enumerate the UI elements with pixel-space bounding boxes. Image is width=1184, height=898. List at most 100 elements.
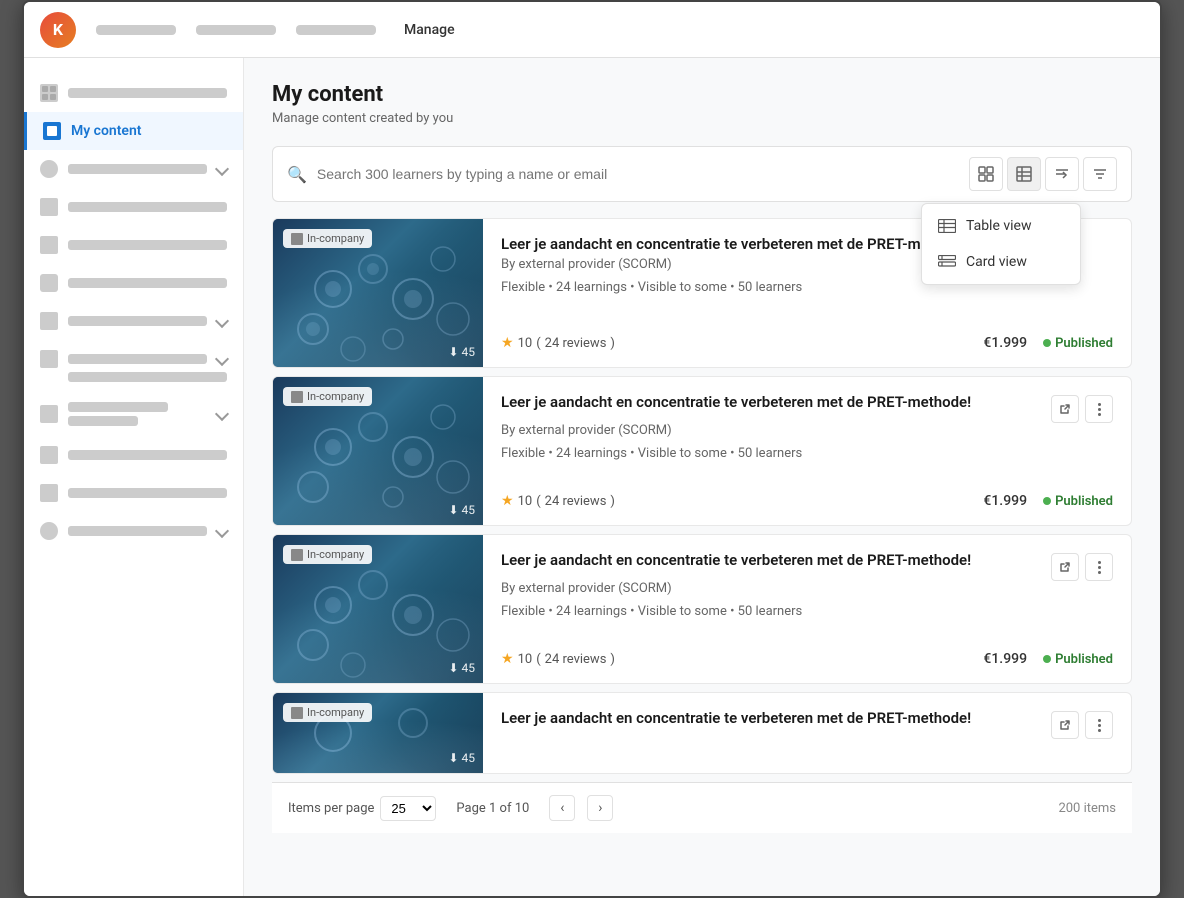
card-3-price: €1.999 [983,651,1027,667]
sidebar-analytics-label [68,316,207,326]
three-dots-icon-4 [1098,719,1101,732]
sidebar-item-automation[interactable] [24,436,243,474]
status-dot-3 [1043,655,1051,663]
card-1-price: €1.999 [983,335,1027,351]
pagination: Items per page 25 50 100 Page 1 of 10 ‹ … [272,782,1132,833]
sidebar-item-users[interactable] [24,150,243,188]
card-2-enrollment: ⬇ 45 [448,503,475,517]
more-options-btn-2[interactable] [1085,395,1113,423]
badge-icon-1 [291,233,303,245]
sidebar-item-favorites[interactable] [24,392,243,436]
card-view-option[interactable]: Card view [922,244,1080,280]
card-image-3: In-company ⬇ 45 [273,535,483,683]
per-page-select[interactable]: 25 50 100 [380,796,436,821]
sidebar-favorites-arrow [215,407,229,421]
card-2-footer: ★ 10 (24 reviews) €1.999 Published [501,493,1113,509]
content-card-3: In-company ⬇ 45 Leer je aandacht en conc… [272,534,1132,684]
sidebar-item-portal[interactable] [24,474,243,512]
card-1-rating: ★ 10 (24 reviews) [501,335,615,351]
star-icon-1: ★ [501,335,514,351]
prev-page-btn[interactable]: ‹ [549,795,575,821]
card-4-enrollment: ⬇ 45 [448,751,475,765]
card-2-rating: ★ 10 (24 reviews) [501,493,615,509]
sidebar-users-arrow [215,162,229,176]
page-subtitle: Manage content created by you [272,111,1132,126]
table-view-icon [938,219,956,233]
view-controls [969,157,1117,191]
card-3-header: Leer je aandacht en concentratie te verb… [501,551,1113,581]
sidebar-analytics-arrow [215,314,229,328]
sidebar-favorites-label2 [68,416,138,426]
card-3-status: Published [1043,652,1113,667]
sidebar-item-settings[interactable] [24,512,243,550]
sidebar-item-admin[interactable] [24,340,243,392]
sidebar-item-analytics[interactable] [24,302,243,340]
card-2-header: Leer je aandacht en concentratie te verb… [501,393,1113,423]
sidebar-settings-label [68,526,207,536]
table-view-option[interactable]: Table view [922,208,1080,244]
card-2-title: Leer je aandacht en concentratie te verb… [501,393,1051,411]
card-view-icon [938,255,956,269]
nav-placeholder-3 [296,25,376,35]
more-options-btn-4[interactable] [1085,711,1113,739]
search-bar: 🔍 [272,146,1132,202]
card-3-provider: By external provider (SCORM) [501,581,1113,596]
status-dot-2 [1043,497,1051,505]
sidebar-comments-label [68,278,227,288]
grid-view-btn[interactable] [969,157,1003,191]
card-3-badge: In-company [283,545,372,564]
app-logo[interactable]: K [40,12,76,48]
items-per-page: Items per page 25 50 100 [288,796,436,821]
content-card-4: In-company ⬇ 45 Leer je aandacht en conc… [272,692,1132,774]
card-3-title: Leer je aandacht en concentratie te verb… [501,551,1051,569]
status-dot-1 [1043,339,1051,347]
sidebar: My content [24,58,244,896]
three-dots-icon-2 [1098,403,1101,416]
sidebar-courses-label [68,202,227,212]
sidebar-item-messages[interactable] [24,226,243,264]
card-view-label: Card view [966,254,1027,270]
star-icon-3: ★ [501,651,514,667]
card-image-4: In-company ⬇ 45 [273,693,483,773]
search-input[interactable] [317,166,959,182]
sidebar-item-dashboard[interactable] [24,74,243,112]
next-page-btn[interactable]: › [587,795,613,821]
total-items: 200 items [1058,801,1116,816]
card-3-meta: Flexible • 24 learnings • Visible to som… [501,604,1113,619]
filter-btn[interactable] [1083,157,1117,191]
content-area: My content Manage content created by you… [244,58,1160,896]
nav-placeholder-1 [96,25,176,35]
open-external-btn-4[interactable] [1051,711,1079,739]
sort-btn[interactable] [1045,157,1079,191]
page-title: My content [272,82,1132,107]
card-1-badge: In-company [283,229,372,248]
sidebar-item-courses[interactable] [24,188,243,226]
open-external-btn-2[interactable] [1051,395,1079,423]
badge-icon-4 [291,707,303,719]
card-4-body: Leer je aandacht en concentratie te verb… [483,693,1131,773]
nav-manage[interactable]: Manage [396,18,463,42]
view-dropdown-menu: Table view Card view [921,203,1081,285]
sidebar-admin1-label [68,354,207,364]
badge-icon-2 [291,391,303,403]
card-3-enrollment: ⬇ 45 [448,661,475,675]
table-view-btn[interactable] [1007,157,1041,191]
card-2-status: Published [1043,494,1113,509]
sidebar-my-content-label: My content [71,123,142,139]
items-per-page-label: Items per page [288,801,374,816]
badge-icon-3 [291,549,303,561]
top-nav: K Manage [24,2,1160,58]
sidebar-item-my-content[interactable]: My content [24,112,243,150]
more-options-btn-3[interactable] [1085,553,1113,581]
sidebar-automation-label [68,450,227,460]
open-external-btn-3[interactable] [1051,553,1079,581]
card-1-footer: ★ 10 (24 reviews) €1.999 Published [501,335,1113,351]
sidebar-favorites-label1 [68,402,168,412]
sidebar-users-label [68,164,207,174]
sidebar-admin2-label [68,372,227,382]
sidebar-settings-arrow [215,524,229,538]
sidebar-item-comments[interactable] [24,264,243,302]
app-window: K Manage My content [22,0,1162,898]
card-2-provider: By external provider (SCORM) [501,423,1113,438]
card-4-badge: In-company [283,703,372,722]
